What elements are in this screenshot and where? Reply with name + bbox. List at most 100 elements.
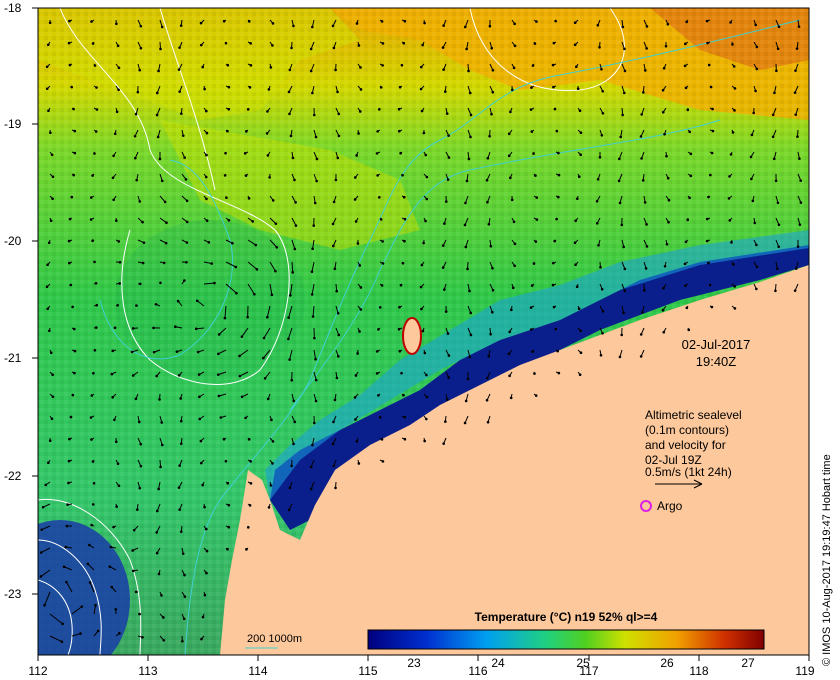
- velocity-arrowhead: [155, 531, 158, 534]
- velocity-arrowhead: [332, 244, 335, 248]
- velocity-arrowhead: [49, 219, 53, 223]
- velocity-arrowhead: [337, 112, 341, 116]
- velocity-arrowhead: [185, 241, 189, 244]
- velocity-arrowhead: [729, 21, 732, 24]
- velocity-arrowhead: [108, 565, 112, 568]
- velocity-arrowhead: [177, 374, 181, 377]
- velocity-arrowhead: [201, 615, 205, 619]
- velocity-arrowhead: [353, 198, 357, 201]
- velocity-arrowhead: [226, 129, 229, 133]
- velocity-arrowhead: [135, 304, 138, 307]
- velocity-arrowhead: [621, 113, 624, 117]
- velocity-arrowhead: [39, 551, 43, 554]
- velocity-arrowhead: [595, 221, 599, 225]
- velocity-arrowhead: [598, 155, 602, 159]
- velocity-arrowhead: [554, 327, 558, 331]
- velocity-arrowhead: [91, 503, 95, 506]
- velocity-arrowhead: [267, 506, 271, 509]
- velocity-arrowhead: [61, 622, 64, 626]
- velocity-arrowhead: [508, 330, 511, 334]
- velocity-arrowhead: [665, 242, 669, 246]
- velocity-arrowhead: [705, 19, 709, 23]
- velocity-arrowhead: [623, 267, 627, 271]
- velocity-arrowhead: [183, 595, 187, 598]
- velocity-arrowhead: [685, 306, 689, 310]
- velocity-arrowhead: [333, 398, 337, 402]
- velocity-arrowhead: [398, 85, 402, 89]
- velocity-arrowhead: [132, 528, 136, 532]
- velocity-arrowhead: [51, 373, 54, 377]
- velocity-arrowhead: [160, 443, 164, 447]
- velocity-arrowhead: [689, 174, 693, 178]
- velocity-arrowhead: [640, 157, 643, 160]
- velocity-arrowhead: [441, 46, 445, 49]
- velocity-arrowhead: [240, 335, 244, 338]
- velocity-arrowhead: [159, 281, 162, 285]
- velocity-arrowhead: [688, 130, 691, 134]
- velocity-arrowhead: [224, 459, 228, 463]
- velocity-arrowhead: [117, 66, 121, 70]
- velocity-arrowhead: [292, 24, 295, 28]
- velocity-arrowhead: [794, 267, 798, 270]
- velocity-arrowhead: [397, 327, 401, 331]
- velocity-arrowhead: [177, 486, 181, 489]
- velocity-arrowhead: [400, 63, 404, 67]
- velocity-arrowhead: [489, 332, 492, 336]
- velocity-arrowhead: [442, 24, 445, 27]
- velocity-arrowhead: [334, 178, 338, 182]
- velocity-arrowhead: [114, 440, 118, 444]
- velocity-arrowhead: [205, 571, 208, 575]
- velocity-arrowhead: [72, 327, 76, 331]
- velocity-arrowhead: [136, 508, 139, 511]
- velocity-arrowhead: [423, 21, 426, 25]
- velocity-arrowhead: [706, 261, 710, 265]
- velocity-arrowhead: [95, 108, 99, 111]
- velocity-arrowhead: [687, 328, 691, 332]
- velocity-arrowhead: [793, 91, 797, 94]
- velocity-arrowhead: [578, 373, 582, 377]
- velocity-arrowhead: [287, 90, 291, 94]
- velocity-arrowhead: [89, 416, 93, 419]
- velocity-arrowhead: [160, 25, 164, 29]
- velocity-arrowhead: [733, 307, 737, 310]
- velocity-arrowhead: [557, 151, 560, 155]
- velocity-arrowhead: [336, 156, 340, 160]
- velocity-arrowhead: [512, 66, 516, 70]
- velocity-arrowhead: [248, 504, 252, 507]
- colorbar-tick: 27: [741, 656, 755, 670]
- velocity-arrowhead: [641, 179, 645, 182]
- velocity-arrowhead: [705, 217, 709, 221]
- velocity-arrowhead: [271, 44, 274, 47]
- velocity-arrowhead: [599, 265, 602, 269]
- velocity-arrowhead: [355, 154, 358, 157]
- velocity-arrowhead: [200, 43, 203, 47]
- velocity-arrowhead: [253, 292, 256, 296]
- velocity-arrowhead: [490, 46, 494, 50]
- velocity-arrowhead: [425, 197, 429, 201]
- velocity-arrowhead: [755, 265, 759, 269]
- velocity-arrowhead: [94, 130, 98, 133]
- velocity-arrowhead: [664, 44, 668, 48]
- velocity-arrowhead: [509, 396, 513, 400]
- velocity-arrowhead: [110, 372, 114, 376]
- lon-tick-label: 119: [795, 664, 814, 678]
- velocity-arrowhead: [178, 464, 181, 467]
- velocity-arrowhead: [51, 175, 55, 179]
- velocity-arrowhead: [240, 395, 244, 399]
- velocity-arrowhead: [376, 130, 379, 133]
- velocity-arrowhead: [251, 220, 255, 223]
- velocity-arrowhead: [359, 308, 363, 311]
- velocity-arrowhead: [596, 177, 600, 181]
- velocity-arrowhead: [554, 19, 557, 23]
- velocity-arrowhead: [711, 107, 714, 111]
- velocity-arrowhead: [400, 371, 403, 375]
- velocity-arrowhead: [466, 267, 469, 271]
- velocity-arrowhead: [751, 199, 755, 203]
- velocity-arrowhead: [600, 67, 603, 71]
- velocity-arrowhead: [115, 219, 118, 222]
- velocity-arrowhead: [753, 221, 757, 225]
- velocity-arrowhead: [91, 239, 94, 243]
- velocity-arrowhead: [155, 374, 158, 378]
- velocity-arrowhead: [311, 25, 314, 29]
- velocity-arrowhead: [205, 219, 209, 222]
